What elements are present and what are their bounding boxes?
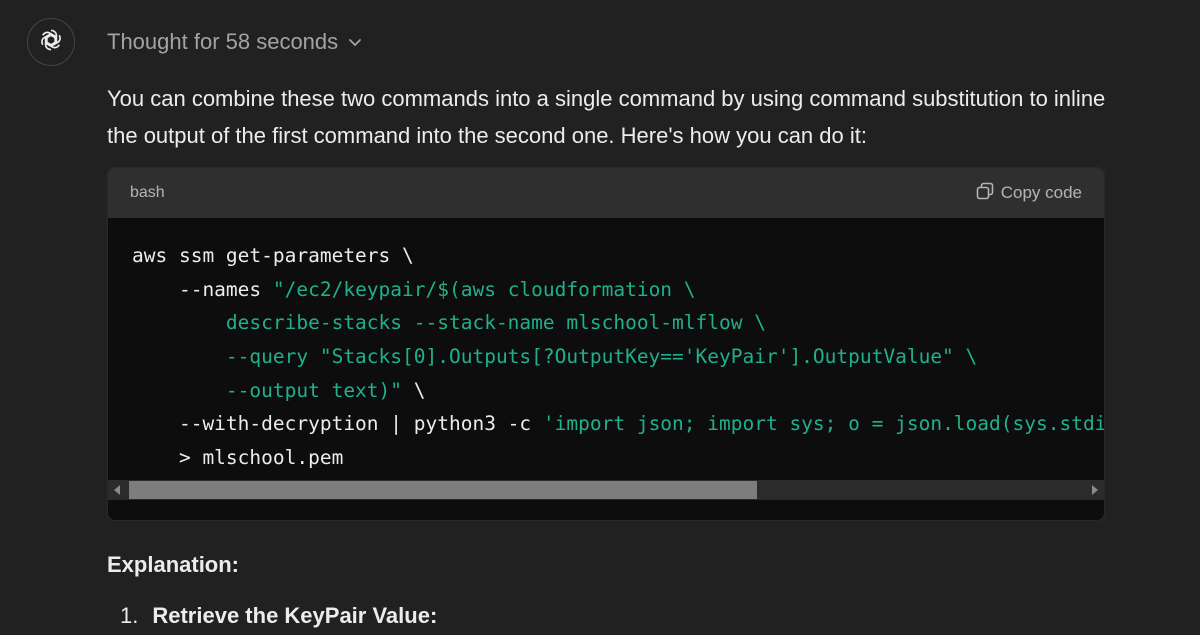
code-string-token: 'import json; import sys; o = json.load(… [542, 412, 1104, 436]
code-header: bash Copy code [108, 168, 1104, 218]
list-item-number: 1. [120, 603, 139, 628]
scroll-right-arrow-icon[interactable] [1092, 485, 1098, 495]
code-line: --query "Stacks[0].Outputs[?OutputKey=='… [132, 340, 1104, 374]
code-body: aws ssm get-parameters \ --names "/ec2/k… [108, 218, 1104, 500]
code-line: > mlschool.pem [132, 441, 1104, 475]
code-line: aws ssm get-parameters \ [132, 239, 1104, 273]
scroll-left-arrow-icon[interactable] [114, 485, 120, 495]
code-language-label: bash [130, 184, 165, 201]
code-line: describe-stacks --stack-name mlschool-ml… [132, 306, 1104, 340]
list-item: 1. Retrieve the KeyPair Value: [120, 603, 437, 629]
assistant-avatar [27, 18, 75, 66]
code-block: bash Copy code aws ssm get-parameters \ … [107, 167, 1105, 521]
code-string-token: --output text)" [132, 378, 403, 402]
explanation-heading: Explanation: [107, 552, 240, 577]
list-item-text: Retrieve the KeyPair Value: [152, 603, 438, 628]
chat-page: Thought for 58 seconds You can combine t… [0, 0, 1200, 635]
copy-icon [975, 181, 995, 206]
code-string-token: describe-stacks --stack-name mlschool-ml… [132, 311, 766, 335]
code-token: --with-decryption | python3 -c [132, 412, 543, 436]
code-string-token: "/ec2/keypair/$(aws cloudformation \ [272, 277, 696, 301]
chevron-down-icon [347, 34, 363, 50]
code-token: --names [132, 277, 273, 301]
code-token: aws ssm get-parameters \ [132, 244, 414, 267]
answer-paragraph: You can combine these two commands into … [107, 86, 1106, 148]
code-token: > mlschool.pem [132, 446, 344, 470]
openai-logo-icon [38, 27, 64, 58]
scroll-thumb[interactable] [129, 481, 757, 499]
thought-toggle[interactable]: Thought for 58 seconds [107, 26, 363, 58]
thought-label: Thought for 58 seconds [107, 29, 339, 54]
horizontal-scrollbar[interactable] [108, 480, 1104, 500]
code-content: aws ssm get-parameters \ --names "/ec2/k… [132, 239, 1104, 475]
code-token: \ [402, 378, 426, 402]
code-line: --names "/ec2/keypair/$(aws cloudformati… [132, 273, 1104, 307]
copy-code-button[interactable]: Copy code [975, 181, 1082, 206]
code-line: --output text)" \ [132, 374, 1104, 408]
copy-code-label: Copy code [1000, 183, 1082, 202]
code-string-token: --query "Stacks[0].Outputs[?OutputKey=='… [132, 345, 978, 369]
code-line: --with-decryption | python3 -c 'import j… [132, 407, 1104, 441]
